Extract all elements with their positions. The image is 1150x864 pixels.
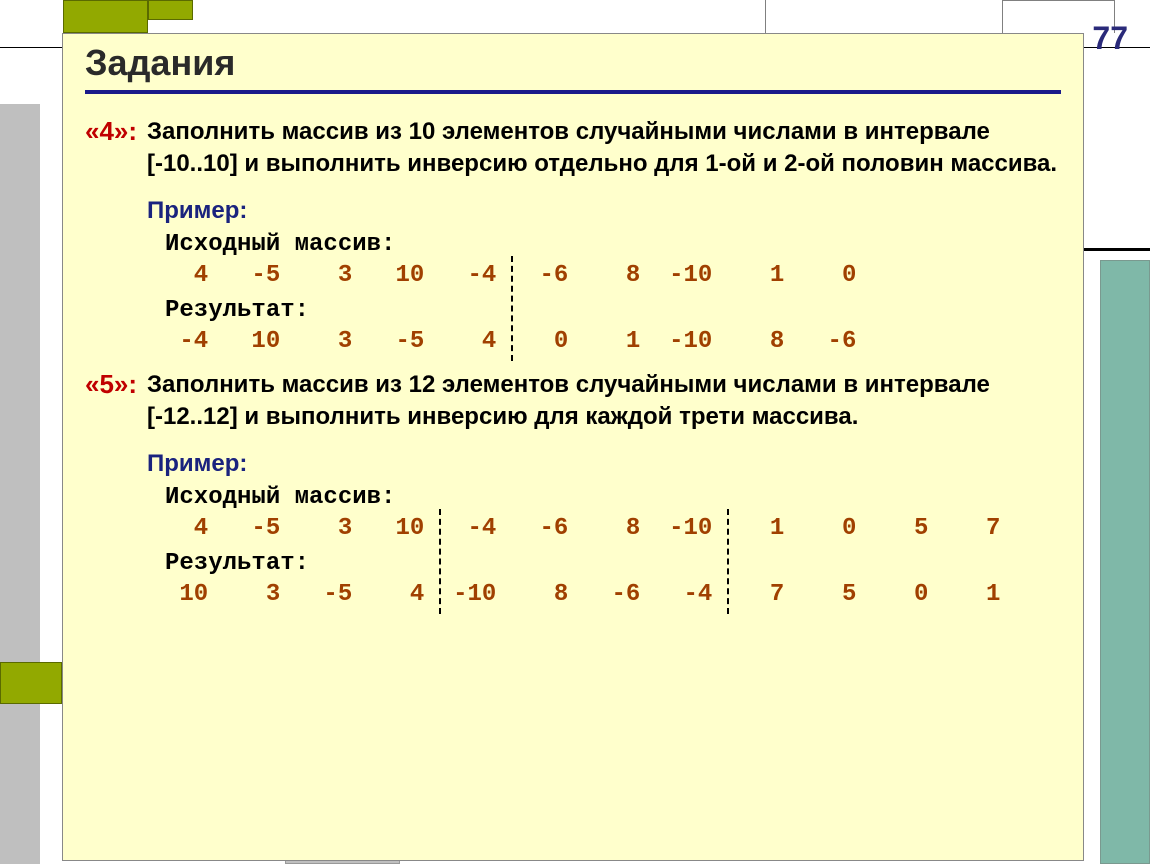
deco-block-olive-3 [0, 662, 62, 704]
task-5-result-arr: 10 3 -5 4 -10 8 -6 -4 7 5 0 1 [165, 581, 1061, 608]
slide-body: Задания «4»: Заполнить массив из 10 элем… [62, 33, 1084, 861]
task-4: «4»: Заполнить массив из 10 элементов сл… [85, 116, 1061, 355]
task-4-result-arr: -4 10 3 -5 4 0 1 -10 8 -6 [165, 328, 1061, 355]
task-5-source-wrap: 4 -5 3 10 -4 -6 8 -10 1 0 5 7 [165, 515, 1061, 542]
deco-block-olive-2 [148, 0, 193, 20]
page-number: 77 [1092, 20, 1128, 57]
task-grade-5: «5»: [85, 369, 147, 400]
deco-block-olive-1 [63, 0, 148, 33]
task-desc-5: Заполнить массив из 12 элементов случайн… [147, 369, 1061, 434]
task-4-source-label: Исходный массив: [165, 231, 1061, 258]
task-4-result-label: Результат: [165, 297, 1061, 324]
task-5-source-label: Исходный массив: [165, 484, 1061, 511]
task-4-source-arr: 4 -5 3 10 -4 -6 8 -10 1 0 [165, 262, 1061, 289]
task-4-divider [511, 256, 513, 361]
task-grade-4: «4»: [85, 116, 147, 147]
task-5-example-label: Пример: [147, 450, 1061, 478]
slide-title: Задания [85, 42, 1061, 84]
task-4-source-wrap: 4 -5 3 10 -4 -6 8 -10 1 0 [165, 262, 1061, 289]
task-5-divider-2 [727, 509, 729, 614]
deco-block-teal-right [1100, 260, 1150, 864]
task-4-example-label: Пример: [147, 197, 1061, 225]
task-desc-4: Заполнить массив из 10 элементов случайн… [147, 116, 1061, 181]
deco-line-right [1084, 248, 1150, 251]
title-rule [85, 90, 1061, 94]
task-5-source-arr: 4 -5 3 10 -4 -6 8 -10 1 0 5 7 [165, 515, 1061, 542]
task-5-result-label: Результат: [165, 550, 1061, 577]
task-4-result-wrap: -4 10 3 -5 4 0 1 -10 8 -6 [165, 328, 1061, 355]
task-5-result-wrap: 10 3 -5 4 -10 8 -6 -4 7 5 0 1 [165, 581, 1061, 608]
task-5: «5»: Заполнить массив из 12 элементов сл… [85, 369, 1061, 608]
deco-block-gray-left [0, 104, 40, 864]
task-5-divider-1 [439, 509, 441, 614]
